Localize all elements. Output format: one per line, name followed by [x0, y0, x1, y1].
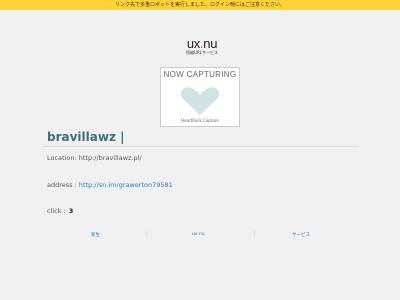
click-row: click :3 [47, 207, 73, 215]
title-divider [43, 146, 359, 147]
page-title: bravillawz | [47, 130, 125, 144]
footer-link-home[interactable]: ux.nu [192, 232, 205, 237]
notice-text: リンク先で多重ロボットを実行しました。ログイン時にはご注意ください。 [114, 2, 285, 8]
logo-tagline: 短縮URLサービス [186, 50, 218, 55]
location-row: Location: http://bravillawz.pl/ [47, 154, 142, 162]
footer-separator: | [254, 231, 256, 237]
footer-link-new[interactable]: 新生 [91, 232, 100, 238]
click-count: 3 [68, 207, 74, 215]
location-value: http://bravillawz.pl/ [78, 154, 142, 162]
site-logo[interactable]: ux.nu 短縮URLサービス [182, 37, 222, 57]
address-label: address : [47, 181, 77, 189]
logo-mark: ux.nu [182, 37, 222, 50]
logo-tld: nu [203, 36, 218, 51]
capture-footer: HeartRails Capture [181, 118, 219, 123]
capture-title: NOW CAPTURING [163, 70, 237, 79]
capture-thumbnail: NOW CAPTURING HeartRails Capture [160, 67, 240, 127]
footer-separator: | [146, 231, 148, 237]
logo-main: ux [186, 36, 200, 51]
click-label: click : [47, 207, 66, 215]
address-link[interactable]: http://sn.im/grawerton79581 [79, 181, 173, 189]
footer-link-service[interactable]: サービス [292, 232, 310, 238]
notice-bar: リンク先で多重ロボットを実行しました。ログイン時にはご注意ください。 [0, 0, 400, 10]
heart-icon [180, 87, 220, 115]
location-label: Location: [47, 154, 77, 162]
address-row: address : http://sn.im/grawerton79581 [47, 181, 173, 189]
